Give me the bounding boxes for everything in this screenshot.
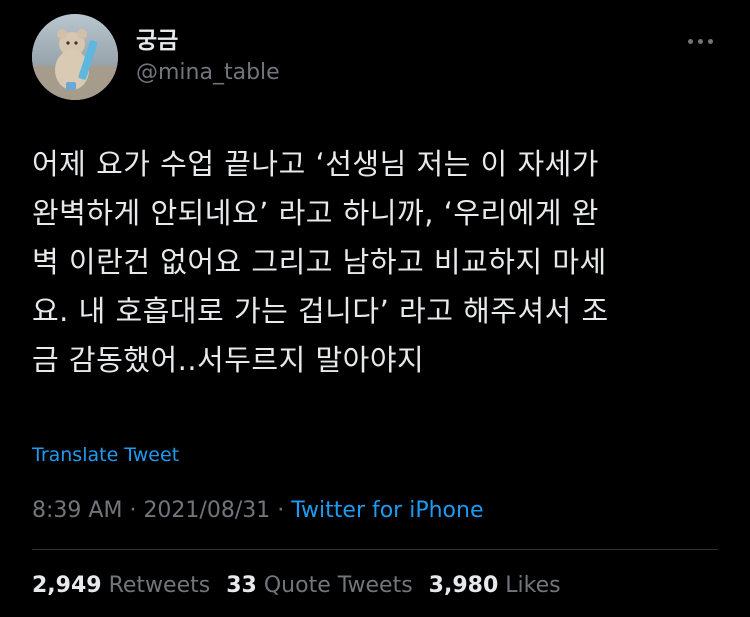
tweet-text-line: 요. 내 호흡대로 가는 겁니다’ 라고 해주셔서 조 [32, 294, 609, 328]
retweets-label: Retweets [108, 573, 211, 598]
tweet-text-line: 금 감동했어..서두르지 말아야지 [32, 343, 425, 377]
more-horizontal-icon[interactable] [684, 34, 716, 48]
quote-tweets-label: Quote Tweets [263, 573, 413, 598]
tweet-text-line: 벽 이란건 없어요 그리고 남하고 비교하지 마세 [32, 245, 607, 279]
avatar-image [32, 14, 118, 100]
likes-stat[interactable]: 3,980 Likes [429, 571, 561, 601]
tweet-time[interactable]: 8:39 AM [32, 498, 122, 523]
retweets-stat[interactable]: 2,949 Retweets [32, 571, 210, 601]
meta-separator: · [129, 498, 137, 523]
avatar[interactable] [32, 14, 118, 100]
display-name[interactable]: 궁금 [136, 26, 178, 56]
translate-tweet-link[interactable]: Translate Tweet [32, 442, 179, 468]
tweet-source-link[interactable]: Twitter for iPhone [291, 498, 483, 523]
meta-separator: · [277, 498, 285, 523]
user-handle[interactable]: @mina_table [136, 58, 280, 88]
tweet-stats: 2,949 Retweets 33 Quote Tweets 3,980 Lik… [32, 571, 561, 601]
tweet-text-line: 어제 요가 수업 끝나고 ‘선생님 저는 이 자세가 [32, 147, 599, 181]
tweet-text-line: 완벽하게 안되네요’ 라고 하니까, ‘우리에게 완 [32, 196, 599, 230]
quote-tweets-stat[interactable]: 33 Quote Tweets [226, 571, 412, 601]
more-dot [707, 38, 713, 44]
quote-tweets-count: 33 [226, 573, 257, 598]
likes-label: Likes [505, 573, 561, 598]
more-dot [687, 38, 693, 44]
divider [32, 549, 718, 550]
likes-count: 3,980 [428, 573, 499, 598]
tweet-text: 어제 요가 수업 끝나고 ‘선생님 저는 이 자세가 완벽하게 안되네요’ 라고… [32, 140, 722, 385]
more-dot [697, 38, 703, 44]
tweet-detail: 궁금 @mina_table 어제 요가 수업 끝나고 ‘선생님 저는 이 자세… [0, 0, 750, 617]
tweet-meta: 8:39 AM · 2021/08/31 · Twitter for iPhon… [32, 496, 483, 526]
tweet-date[interactable]: 2021/08/31 [143, 498, 270, 523]
retweets-count: 2,949 [32, 573, 102, 598]
